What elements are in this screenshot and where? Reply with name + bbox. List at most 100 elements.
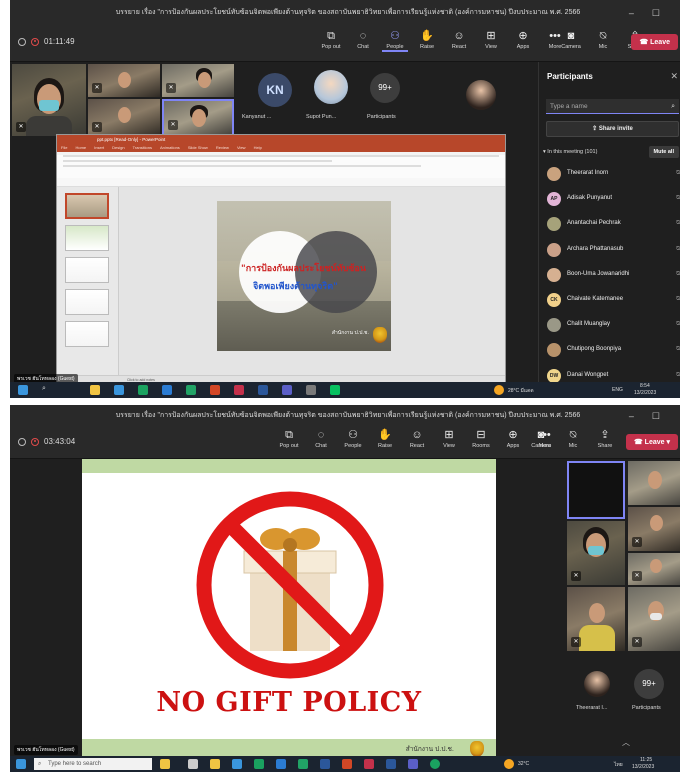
edge-icon[interactable] bbox=[276, 759, 286, 769]
powerpoint-icon[interactable] bbox=[210, 385, 220, 395]
participant-row[interactable]: Archara Phattanasub ⍉ bbox=[545, 238, 680, 263]
share-invite-button[interactable]: ⇪ Share invite bbox=[546, 121, 679, 137]
toolbar-share-button[interactable]: ⇪ Share bbox=[592, 428, 618, 449]
toolbar-mic-off-button[interactable]: ⍉ Mic bbox=[590, 29, 616, 50]
mute-all-button[interactable]: Mute all bbox=[648, 146, 679, 158]
toolbar-pop-out-button[interactable]: ⧉ Pop out bbox=[276, 428, 302, 449]
shared-slide-no-gift[interactable]: NO GIFT POLICY สำนักงาน ป.ป.ช. bbox=[82, 459, 496, 759]
video-tile[interactable]: ✕ bbox=[88, 64, 160, 97]
ppt-tab[interactable]: Transitions bbox=[133, 144, 152, 152]
toolbar-react-button[interactable]: ☺ React bbox=[446, 29, 472, 52]
toolbar-view-button[interactable]: ⊞ View bbox=[436, 428, 462, 449]
search-icon[interactable]: ⌕ bbox=[42, 385, 52, 395]
slide-thumbnail[interactable] bbox=[65, 257, 109, 283]
participant-row[interactable]: Chutipong Boonpiya ⍉ bbox=[545, 338, 680, 363]
toolbar-apps-button[interactable]: ⊕ Apps bbox=[510, 29, 536, 52]
ppt-tab[interactable]: Animations bbox=[160, 144, 180, 152]
taskbar-time[interactable]: 11:25 bbox=[640, 757, 652, 763]
line-icon[interactable] bbox=[330, 385, 340, 395]
toolbar-camera-off-button[interactable]: ◙ Camera bbox=[558, 29, 584, 50]
participant-row[interactable]: Boon-Uma Jowanaridhi ⍉ bbox=[545, 263, 680, 288]
ppt-thumbnail-pane[interactable] bbox=[57, 187, 119, 375]
slide-thumbnail[interactable] bbox=[65, 321, 109, 347]
toolbar-react-button[interactable]: ☺ React bbox=[404, 428, 430, 449]
toolbar-apps-button[interactable]: ⊕ Apps bbox=[500, 428, 526, 449]
acrobat-icon[interactable] bbox=[234, 385, 244, 395]
taskbar-language[interactable]: ไทย bbox=[614, 761, 623, 769]
windows-start-icon[interactable] bbox=[18, 385, 28, 395]
ppt-tab[interactable]: View bbox=[237, 144, 246, 152]
video-tile[interactable] bbox=[628, 461, 680, 505]
toolbar-chat-button[interactable]: ◌ Chat bbox=[308, 428, 334, 449]
participant-row[interactable]: Anantachai Pechrak ⍉ bbox=[545, 212, 680, 237]
ppt-tab[interactable]: Review bbox=[216, 144, 229, 152]
ppt-tab[interactable]: Insert bbox=[94, 144, 104, 152]
avatar[interactable] bbox=[584, 671, 610, 697]
toolbar-raise-hand-button[interactable]: ✋ Raise bbox=[414, 29, 440, 52]
leave-button[interactable]: ☎ Leave bbox=[631, 34, 678, 50]
toolbar-view-button[interactable]: ⊞ View bbox=[478, 29, 504, 52]
slide-thumbnail[interactable] bbox=[65, 193, 109, 219]
video-tile[interactable]: ✕ bbox=[12, 64, 86, 136]
participants-overflow[interactable]: 99+ bbox=[370, 73, 400, 103]
video-tile-active-speaker[interactable]: ✕ bbox=[162, 99, 234, 136]
avatar[interactable] bbox=[466, 80, 496, 110]
taskbar-date[interactable]: 13/2/2023 bbox=[634, 390, 656, 396]
chrome-profile-icon[interactable] bbox=[430, 759, 440, 769]
avatar[interactable]: KN bbox=[258, 73, 292, 107]
acrobat-icon[interactable] bbox=[364, 759, 374, 769]
video-tile[interactable]: ✕ bbox=[628, 507, 680, 551]
shared-screen-powerpoint[interactable]: ppt.pptx [Read-Only] - PowerPoint File Ho… bbox=[56, 134, 506, 384]
toolbar-rooms-button[interactable]: ⊟ Rooms bbox=[468, 428, 494, 449]
teams-icon[interactable] bbox=[408, 759, 418, 769]
window-controls[interactable]: –☐ bbox=[629, 0, 678, 26]
video-tile[interactable]: ✕ bbox=[628, 553, 680, 585]
video-tile[interactable]: ✕ bbox=[88, 99, 160, 136]
search-input[interactable]: Type a name ⌕ bbox=[546, 99, 679, 114]
store-icon[interactable] bbox=[232, 759, 242, 769]
chrome-icon[interactable] bbox=[138, 385, 148, 395]
chrome-icon[interactable] bbox=[254, 759, 264, 769]
ppt-tab[interactable]: File bbox=[61, 144, 67, 152]
participant-row[interactable]: CK Chaivate Katemanee ⍉ bbox=[545, 288, 680, 313]
toolbar-mic-off-button[interactable]: ⍉ Mic bbox=[560, 428, 586, 449]
word-icon[interactable] bbox=[258, 385, 268, 395]
toolbar-chat-button[interactable]: ◌ Chat bbox=[350, 29, 376, 52]
ppt-tab[interactable]: Help bbox=[254, 144, 262, 152]
excel-icon[interactable] bbox=[186, 385, 196, 395]
participant-row[interactable]: Chalit Muanglay ⍉ bbox=[545, 313, 680, 338]
toolbar-camera-off-button[interactable]: ◙ Camera bbox=[528, 428, 554, 449]
taskbar-search-box[interactable]: ⌕ Type here to search bbox=[34, 758, 152, 770]
teams-icon[interactable] bbox=[282, 385, 292, 395]
window-controls[interactable]: –☐ bbox=[629, 405, 678, 427]
taskbar-time[interactable]: 8:54 bbox=[640, 383, 650, 389]
ppt-tab[interactable]: Home bbox=[75, 144, 86, 152]
video-tile[interactable]: ✕ bbox=[567, 521, 625, 585]
slide-thumbnail[interactable] bbox=[65, 225, 109, 251]
video-tile[interactable]: ✕ bbox=[162, 64, 234, 97]
toolbar-pop-out-button[interactable]: ⧉ Pop out bbox=[318, 29, 344, 52]
ppt-tab[interactable]: Slide Show bbox=[188, 144, 208, 152]
slide-thumbnail[interactable] bbox=[65, 289, 109, 315]
task-view-icon[interactable] bbox=[188, 759, 198, 769]
outlook-icon[interactable] bbox=[320, 759, 330, 769]
close-icon[interactable]: ✕ bbox=[670, 71, 678, 82]
file-explorer-icon[interactable] bbox=[90, 385, 100, 395]
edge-icon[interactable] bbox=[162, 385, 172, 395]
participants-overflow[interactable]: 99+ bbox=[634, 669, 664, 699]
excel-icon[interactable] bbox=[298, 759, 308, 769]
store-icon[interactable] bbox=[114, 385, 124, 395]
file-explorer-icon[interactable] bbox=[210, 759, 220, 769]
weather-widget-icon[interactable] bbox=[160, 759, 170, 769]
app-icon[interactable] bbox=[306, 385, 316, 395]
video-tile-self[interactable] bbox=[567, 461, 625, 519]
video-tile[interactable]: ✕ bbox=[567, 587, 625, 651]
taskbar-date[interactable]: 13/2/2023 bbox=[632, 764, 654, 770]
in-meeting-header[interactable]: ▾ In this meeting (101) Mute all bbox=[543, 146, 679, 158]
word-icon[interactable] bbox=[386, 759, 396, 769]
toolbar-people-button[interactable]: ⚇ People bbox=[340, 428, 366, 449]
powerpoint-icon[interactable] bbox=[342, 759, 352, 769]
toolbar-people-button[interactable]: ⚇ People bbox=[382, 29, 408, 52]
avatar[interactable] bbox=[314, 70, 348, 104]
participant-row[interactable]: AP Adisak Punyanut ⍉ bbox=[545, 187, 680, 212]
